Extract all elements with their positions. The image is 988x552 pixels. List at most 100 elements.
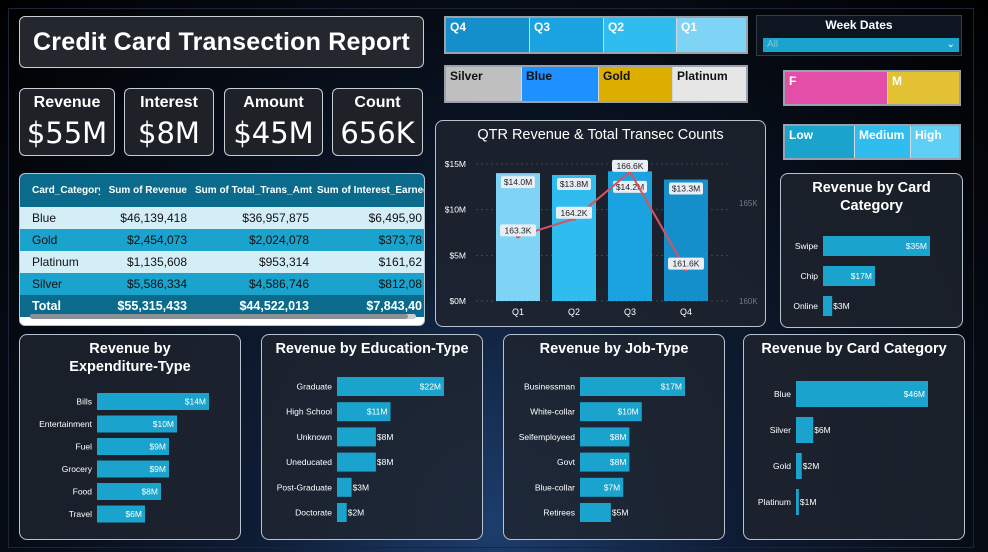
- category-label: Fuel: [75, 442, 92, 452]
- x-tick-label: Q3: [624, 307, 636, 317]
- slicer-option-silver[interactable]: Silver: [446, 67, 522, 101]
- y-tick-label: $10M: [445, 205, 466, 215]
- bar: [796, 417, 814, 443]
- data-label: $8M: [377, 457, 394, 467]
- qtr-combo-chart: $0M $5M $10M $15M 160K 165K Q1 Q2 Q3 Q4 $14.0M $13.…: [445, 159, 759, 317]
- table-cell: $5,586,334: [100, 273, 191, 295]
- category-label: Retirees: [543, 508, 575, 518]
- category-label: Blue-collar: [535, 482, 575, 492]
- kpi-value: 656K: [340, 116, 415, 150]
- data-label: $11M: [367, 407, 388, 417]
- table-cell: $6,495,90: [313, 207, 424, 229]
- data-label: $2M: [348, 508, 365, 518]
- data-label: $9M: [149, 464, 166, 474]
- table-row: Blue $46,139,418 $36,957,875 $6,495,90: [20, 207, 424, 229]
- table-cell: $2,024,078: [191, 229, 313, 251]
- kpi-label: Revenue: [33, 94, 101, 111]
- table-cell: $161,62: [313, 251, 424, 273]
- kpi-card-interest: Interest $8M: [124, 88, 214, 156]
- slicer-option-high[interactable]: High: [911, 126, 959, 158]
- table-row: Gold $2,454,073 $2,024,078 $373,78: [20, 229, 424, 251]
- column-header[interactable]: Sum of Interest_Earned: [313, 174, 424, 207]
- slicer-option-q4[interactable]: Q4: [446, 18, 530, 52]
- column-header[interactable]: Card_Category: [20, 174, 100, 207]
- data-label: $10M: [617, 407, 638, 417]
- category-label: Doctorate: [295, 508, 332, 518]
- x-tick-label: Q1: [512, 307, 524, 317]
- education-bar-chart: Graduate $22M High School $11M Unknown $8M Une…: [277, 377, 444, 522]
- table-cell: $2,454,073: [100, 229, 191, 251]
- data-label: $35M: [906, 241, 927, 251]
- category-label: Graduate: [297, 382, 333, 392]
- card-category-chart-panel: Revenue by Card Category Blue $46M Silver $…: [743, 334, 965, 540]
- kpi-label: Count: [354, 94, 401, 111]
- week-dates-slicer: Week Dates All ⌄: [756, 15, 962, 56]
- slicer-option-gold[interactable]: Gold: [599, 67, 673, 101]
- kpi-label: Amount: [243, 94, 304, 111]
- x-tick-label: Q2: [568, 307, 580, 317]
- slicer-option-female[interactable]: F: [785, 72, 888, 104]
- category-label: Silver: [770, 425, 791, 435]
- kpi-card-revenue: Revenue $55M: [19, 88, 115, 156]
- job-chart-panel: Revenue by Job-Type Businessman $17M White…: [503, 334, 725, 540]
- slicer-option-q3[interactable]: Q3: [530, 18, 604, 52]
- data-label: $10M: [153, 419, 174, 429]
- bar: [552, 174, 596, 301]
- data-label: $2M: [803, 461, 820, 471]
- qtr-revenue-chart-panel: QTR Revenue & Total Transec Counts $0M $5…: [435, 120, 766, 327]
- week-dates-dropdown[interactable]: All ⌄: [763, 38, 959, 52]
- bar: [337, 452, 376, 472]
- slicer-option-medium[interactable]: Medium: [855, 126, 911, 158]
- table-row: Platinum $1,135,608 $953,314 $161,62: [20, 251, 424, 273]
- data-label: $13.8M: [560, 179, 588, 189]
- table-cell: $373,78: [313, 229, 424, 251]
- category-label: Govt: [557, 457, 576, 467]
- data-label: $8M: [610, 457, 627, 467]
- x-tick-label: Q4: [680, 307, 692, 317]
- data-label: $17M: [851, 271, 872, 281]
- data-label: $1M: [800, 497, 817, 507]
- column-header[interactable]: Sum of Revenue: [100, 174, 191, 207]
- horizontal-scrollbar[interactable]: [30, 314, 416, 319]
- category-label: Gold: [773, 461, 791, 471]
- table-row: Silver $5,586,334 $4,586,746 $812,08: [20, 273, 424, 295]
- data-label: $8M: [141, 487, 158, 497]
- data-label: $3M: [833, 301, 850, 311]
- category-label: Platinum: [758, 497, 791, 507]
- income-slicer: Low Medium High: [783, 124, 961, 160]
- slicer-option-male[interactable]: M: [888, 72, 959, 104]
- data-label: $13.3M: [672, 184, 700, 194]
- table-cell: $36,957,875: [191, 207, 313, 229]
- week-dates-value: All: [767, 39, 779, 50]
- education-chart-panel: Revenue by Education-Type Graduate $22M Hi…: [261, 334, 483, 540]
- table-cell: Silver: [20, 273, 100, 295]
- data-label: $6M: [814, 425, 831, 435]
- table-cell: $4,586,746: [191, 273, 313, 295]
- data-label: $3M: [353, 482, 370, 492]
- category-label: Grocery: [62, 464, 93, 474]
- category-label: Bills: [76, 397, 92, 407]
- scrollbar-thumb[interactable]: [30, 314, 409, 319]
- slicer-option-q1[interactable]: Q1: [677, 18, 746, 52]
- category-label: Unknown: [297, 432, 333, 442]
- data-label: $9M: [149, 442, 166, 452]
- table-cell: Gold: [20, 229, 100, 251]
- slicer-option-platinum[interactable]: Platinum: [673, 67, 746, 101]
- slicer-option-blue[interactable]: Blue: [522, 67, 599, 101]
- slicer-option-q2[interactable]: Q2: [604, 18, 677, 52]
- column-header[interactable]: Sum of Total_Trans_Amt: [191, 174, 313, 207]
- kpi-value: $45M: [233, 116, 314, 150]
- category-label: Businessman: [524, 382, 575, 392]
- y2-tick-label: 165K: [739, 199, 758, 208]
- line-label: 166.6K: [617, 161, 644, 171]
- table-cell: $812,08: [313, 273, 424, 295]
- data-label: $6M: [125, 509, 142, 519]
- slicer-option-low[interactable]: Low: [785, 126, 855, 158]
- card-type-chart-panel: Revenue by Card Category Swipe $35M Chip $1…: [780, 173, 963, 328]
- line-label: 161.6K: [673, 259, 700, 269]
- bar: [796, 489, 799, 515]
- report-title: Credit Card Transection Report: [19, 16, 424, 68]
- expenditure-bar-chart: Bills $14M Entertainment $10M Fuel $9M Grocery…: [39, 393, 209, 523]
- bar: [337, 503, 347, 522]
- card-category-bar-chart: Blue $46M Silver $6M Gold $2M Platinum $1M: [758, 381, 928, 515]
